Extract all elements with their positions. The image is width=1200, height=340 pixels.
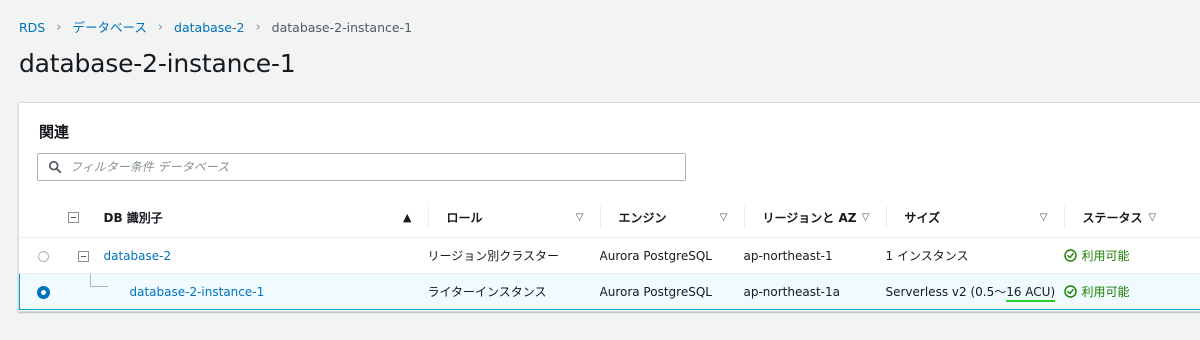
- collapse-all-icon[interactable]: [67, 212, 79, 223]
- row-radio[interactable]: [38, 250, 49, 262]
- size-prefix: Serverless v2 (0.5～: [885, 285, 1007, 299]
- cell-role: ライターインスタンス: [427, 273, 600, 310]
- row-radio-selected[interactable]: [37, 285, 51, 299]
- chevron-right-icon: ›: [56, 20, 62, 35]
- breadcrumb-databases[interactable]: データベース: [72, 19, 146, 37]
- related-panel: 関連 DB 識別子 ▲: [18, 102, 1200, 312]
- cell-region: ap-northeast-1: [743, 237, 886, 274]
- status-badge: 利用可能: [1063, 283, 1130, 300]
- tree-connector-horizontal: [89, 286, 108, 287]
- status-text: 利用可能: [1081, 248, 1130, 263]
- cell-engine: Aurora PostgreSQL: [599, 273, 744, 310]
- column-label: ステータス: [1082, 210, 1143, 225]
- status-badge: 利用可能: [1063, 247, 1130, 264]
- chevron-right-icon: ›: [157, 20, 164, 35]
- cell-region: ap-northeast-1a: [743, 273, 886, 310]
- breadcrumb-current: database-2-instance-1: [271, 20, 413, 35]
- row-tree-cell: database-2-instance-1: [67, 273, 428, 310]
- sort-ascending-icon[interactable]: ▲: [403, 211, 411, 224]
- db-identifier-link[interactable]: database-2: [104, 249, 172, 263]
- column-header-role[interactable]: ロール ▽: [427, 197, 600, 238]
- cell-size: 1 インスタンス: [885, 237, 1064, 274]
- check-circle-icon: [1063, 284, 1077, 298]
- table-row[interactable]: database-2 リージョン別クラスター Aurora PostgreSQL…: [19, 237, 1200, 274]
- cell-db-identifier: database-2: [99, 237, 428, 274]
- column-label: ロール: [446, 210, 483, 225]
- table-row-selected[interactable]: database-2-instance-1 ライターインスタンス Aurora …: [19, 273, 1200, 310]
- caret-down-icon[interactable]: ▽: [862, 212, 870, 223]
- header-select-spacer: [19, 197, 68, 238]
- db-identifier-link[interactable]: database-2-instance-1: [130, 285, 265, 299]
- cell-size: Serverless v2 (0.5～16 ACU): [885, 273, 1064, 310]
- column-label: サイズ: [904, 210, 941, 225]
- filter-box[interactable]: [37, 153, 686, 181]
- column-label: エンジン: [618, 210, 667, 225]
- column-label: DB 識別子: [103, 210, 163, 225]
- breadcrumb: RDS › データベース › database-2 › database-2-i…: [19, 19, 412, 37]
- caret-down-icon[interactable]: ▽: [1149, 212, 1157, 223]
- column-label: リージョンと AZ: [762, 210, 857, 225]
- filter-input[interactable]: [70, 160, 660, 174]
- cell-status: 利用可能: [1063, 273, 1200, 310]
- column-header-region-az[interactable]: リージョンと AZ ▽: [743, 197, 886, 238]
- breadcrumb-database-2[interactable]: database-2: [174, 19, 244, 37]
- table-header-row: DB 識別子 ▲ ロール ▽ エンジン ▽ リージョンと AZ ▽ サイズ ▽ …: [19, 197, 1200, 238]
- row-expand-cell[interactable]: [67, 237, 100, 274]
- size-highlight: 16 ACU): [1006, 285, 1056, 302]
- column-header-size[interactable]: サイズ ▽: [885, 197, 1064, 238]
- caret-down-icon[interactable]: ▽: [720, 212, 728, 223]
- chevron-right-icon: ›: [255, 20, 261, 35]
- row-select-cell[interactable]: [19, 273, 68, 310]
- check-circle-icon: [1063, 248, 1077, 262]
- breadcrumb-rds[interactable]: RDS: [19, 19, 45, 37]
- related-table: DB 識別子 ▲ ロール ▽ エンジン ▽ リージョンと AZ ▽ サイズ ▽ …: [19, 197, 1200, 310]
- collapse-icon[interactable]: [78, 250, 89, 262]
- column-header-engine[interactable]: エンジン ▽: [599, 197, 744, 238]
- caret-down-icon[interactable]: ▽: [576, 212, 584, 223]
- header-expand-cell: [67, 197, 100, 238]
- column-header-status[interactable]: ステータス ▽: [1063, 197, 1200, 238]
- row-select-cell[interactable]: [19, 237, 68, 274]
- page-title: database-2-instance-1: [19, 49, 296, 78]
- cell-role: リージョン別クラスター: [427, 237, 600, 274]
- caret-down-icon[interactable]: ▽: [1040, 212, 1048, 223]
- related-header: 関連: [39, 123, 70, 141]
- column-header-db-identifier[interactable]: DB 識別子 ▲: [99, 197, 428, 238]
- cell-engine: Aurora PostgreSQL: [599, 237, 744, 274]
- tree-connector-vertical: [89, 274, 91, 286]
- cell-status: 利用可能: [1063, 237, 1200, 274]
- search-icon: [48, 160, 62, 174]
- status-text: 利用可能: [1081, 284, 1130, 299]
